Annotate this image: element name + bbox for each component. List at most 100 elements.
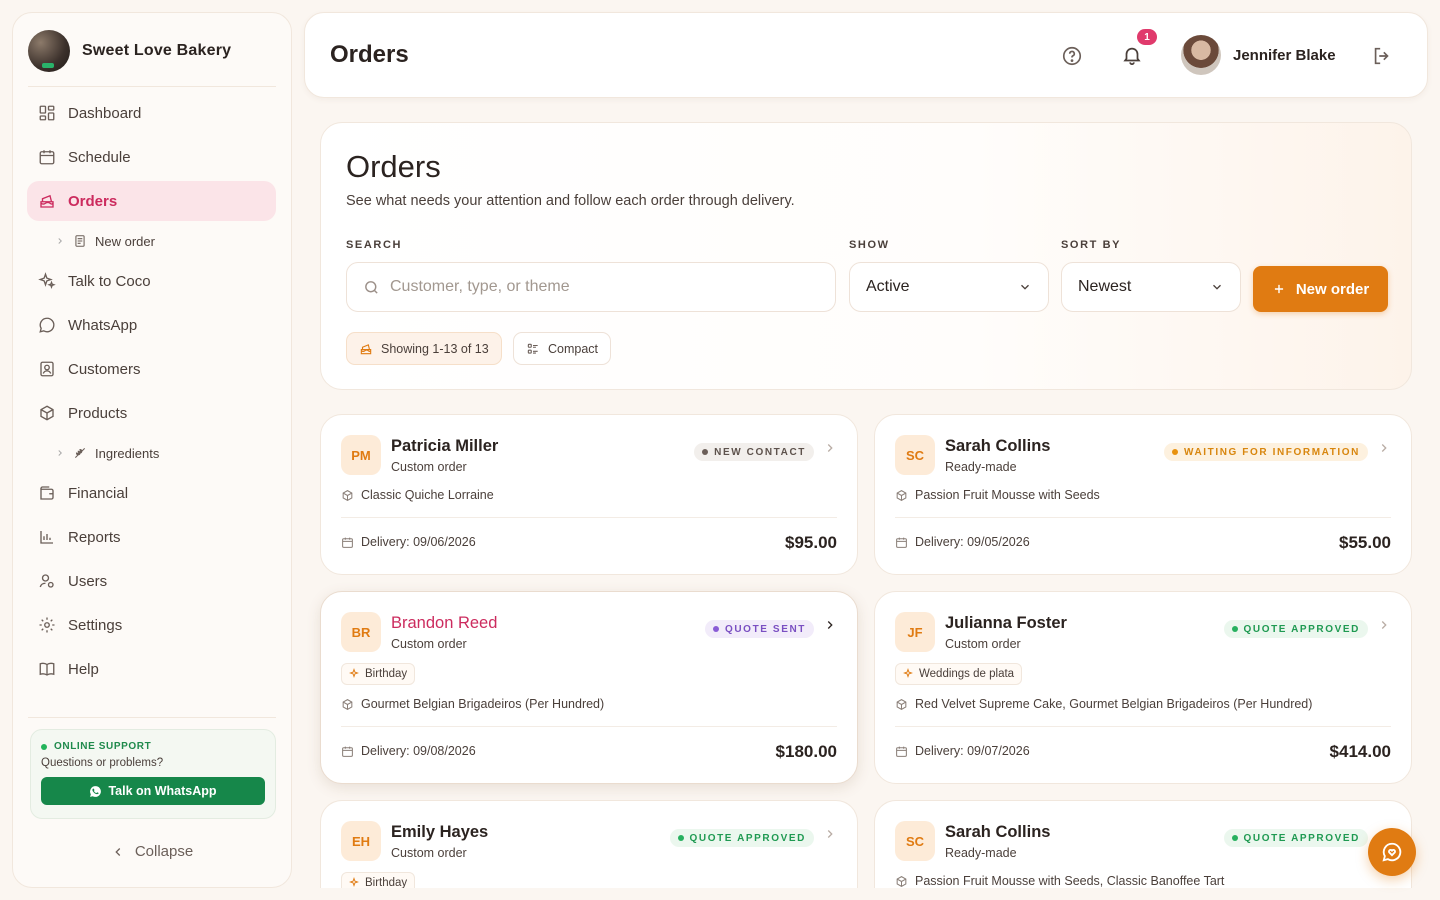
order-products: Passion Fruit Mousse with Seeds xyxy=(895,488,1100,502)
status-badge: QUOTE SENT xyxy=(704,620,814,638)
status-text: QUOTE APPROVED xyxy=(689,832,806,844)
calendar-icon xyxy=(342,746,353,757)
occasion-tag-text: Weddings de plata xyxy=(919,668,1015,680)
sidebar-item-settings[interactable]: Settings xyxy=(27,605,276,645)
chevron-right-icon[interactable] xyxy=(1377,618,1391,632)
help-circle-icon[interactable] xyxy=(1061,45,1083,67)
support-title-text: ONLINE SUPPORT xyxy=(54,741,152,752)
showing-count-text: Showing 1-13 of 13 xyxy=(381,341,489,356)
bar-chart-icon xyxy=(40,531,53,544)
sidebar-item-schedule[interactable]: Schedule xyxy=(27,137,276,177)
sidebar-item-label: Reports xyxy=(68,528,121,546)
sidebar-subitem-label: Ingredients xyxy=(95,445,160,461)
chevron-right-icon[interactable] xyxy=(823,441,837,455)
sidebar-item-financial[interactable]: Financial xyxy=(27,473,276,513)
contact-card-icon xyxy=(40,361,54,377)
sidebar-item-whatsapp[interactable]: WhatsApp xyxy=(27,305,276,345)
order-type: Custom order xyxy=(945,637,1021,651)
sidebar-item-users[interactable]: Users xyxy=(27,561,276,601)
chevron-right-icon[interactable] xyxy=(823,827,837,841)
list-icon xyxy=(527,343,538,354)
logout-icon[interactable] xyxy=(1371,45,1393,67)
order-products: Gourmet Belgian Brigadeiros (Per Hundred… xyxy=(341,697,604,711)
sidebar: Sweet Love Bakery Dashboard Schedule Ord… xyxy=(12,12,292,888)
sparkles-icon xyxy=(38,272,56,289)
order-card[interactable]: BR Brandon Reed Custom order QUOTE SENT … xyxy=(320,591,858,784)
status-dot-icon xyxy=(1231,835,1238,841)
occasion-tag-text: Birthday xyxy=(365,668,408,680)
search-icon xyxy=(365,280,378,294)
chevron-left-icon xyxy=(115,847,121,856)
divider xyxy=(28,717,276,718)
show-select[interactable]: Active xyxy=(849,262,1049,312)
sort-select[interactable]: Newest xyxy=(1061,262,1241,312)
customer-initials-avatar: SC xyxy=(895,435,935,475)
status-dot-icon xyxy=(677,835,684,841)
sidebar-item-dashboard[interactable]: Dashboard xyxy=(27,93,276,133)
customer-initials-avatar: PM xyxy=(341,435,381,475)
chat-bubble-icon xyxy=(39,317,55,333)
sidebar-item-talk-to-coco[interactable]: Talk to Coco xyxy=(27,261,276,301)
status-badge: QUOTE APPROVED xyxy=(1223,620,1368,638)
sidebar-item-label: WhatsApp xyxy=(68,316,138,334)
avatar[interactable] xyxy=(1181,35,1221,75)
status-text: QUOTE APPROVED xyxy=(1243,832,1360,844)
sidebar-item-products[interactable]: Products xyxy=(27,393,276,433)
package-icon xyxy=(342,698,353,710)
order-card[interactable]: SC Sarah Collins Ready-made WAITING FOR … xyxy=(874,414,1412,575)
search-field xyxy=(346,262,836,312)
order-card[interactable]: JF Julianna Foster Custom order QUOTE AP… xyxy=(874,591,1412,784)
sidebar-subitem-new-order[interactable]: New order xyxy=(27,225,276,257)
brand-name: Sweet Love Bakery xyxy=(82,42,232,59)
page-title: Orders xyxy=(330,41,409,68)
show-select-value: Active xyxy=(866,278,910,295)
sidebar-subitem-label: New order xyxy=(95,233,155,249)
dashboard-icon xyxy=(39,105,55,121)
bell-icon[interactable] xyxy=(1121,44,1143,66)
sidebar-subitem-ingredients[interactable]: Ingredients xyxy=(27,437,276,469)
delivery-date-text: Delivery: 09/07/2026 xyxy=(915,744,1030,758)
chevron-right-icon[interactable] xyxy=(823,618,837,632)
search-input[interactable] xyxy=(390,278,810,296)
customer-name: Emily Hayes xyxy=(391,823,489,841)
customer-name: Sarah Collins xyxy=(945,437,1051,455)
brand[interactable]: Sweet Love Bakery xyxy=(28,30,231,72)
sidebar-item-label: Dashboard xyxy=(68,104,142,122)
order-price: $414.00 xyxy=(1329,742,1391,761)
compact-toggle[interactable]: Compact xyxy=(513,332,612,365)
panel-subtitle: See what needs your attention and follow… xyxy=(346,193,795,209)
floating-support-button[interactable] xyxy=(1368,828,1416,876)
status-text: QUOTE APPROVED xyxy=(1243,623,1360,635)
sidebar-item-customers[interactable]: Customers xyxy=(27,349,276,389)
order-card[interactable]: SC Sarah Collins Ready-made QUOTE APPROV… xyxy=(874,800,1412,888)
sidebar-item-reports[interactable]: Reports xyxy=(27,517,276,557)
talk-on-whatsapp-button[interactable]: Talk on WhatsApp xyxy=(41,777,265,805)
compact-label: Compact xyxy=(548,341,599,356)
sort-label: SORT BY xyxy=(1061,239,1122,251)
divider xyxy=(28,86,276,87)
status-badge: WAITING FOR INFORMATION xyxy=(1163,443,1368,461)
status-dot-icon xyxy=(1231,626,1238,632)
sidebar-item-label: Orders xyxy=(68,192,118,210)
delivery-date: Delivery: 09/08/2026 xyxy=(341,744,476,758)
order-products-text: Red Velvet Supreme Cake, Gourmet Belgian… xyxy=(915,697,1313,711)
order-price: $180.00 xyxy=(775,742,837,761)
package-icon xyxy=(40,405,54,421)
new-order-button[interactable]: New order xyxy=(1253,266,1388,312)
sidebar-item-orders[interactable]: Orders xyxy=(27,181,276,221)
order-card[interactable]: PM Patricia Miller Custom order NEW CONT… xyxy=(320,414,858,575)
plus-icon xyxy=(1274,284,1283,294)
sidebar-item-label: Customers xyxy=(68,360,141,378)
sort-select-value: Newest xyxy=(1078,278,1132,295)
delivery-date-text: Delivery: 09/05/2026 xyxy=(915,535,1030,549)
sidebar-item-help[interactable]: Help xyxy=(27,649,276,689)
collapse-button[interactable]: Collapse xyxy=(13,843,291,860)
user-name[interactable]: Jennifer Blake xyxy=(1233,47,1336,64)
whatsapp-icon xyxy=(90,785,102,797)
chevron-down-icon xyxy=(1213,284,1221,290)
package-icon xyxy=(896,489,907,501)
status-text: WAITING FOR INFORMATION xyxy=(1183,446,1360,458)
support-subtitle: Questions or problems? xyxy=(41,757,164,769)
order-card[interactable]: EH Emily Hayes Custom order QUOTE APPROV… xyxy=(320,800,858,888)
chevron-right-icon[interactable] xyxy=(1377,441,1391,455)
